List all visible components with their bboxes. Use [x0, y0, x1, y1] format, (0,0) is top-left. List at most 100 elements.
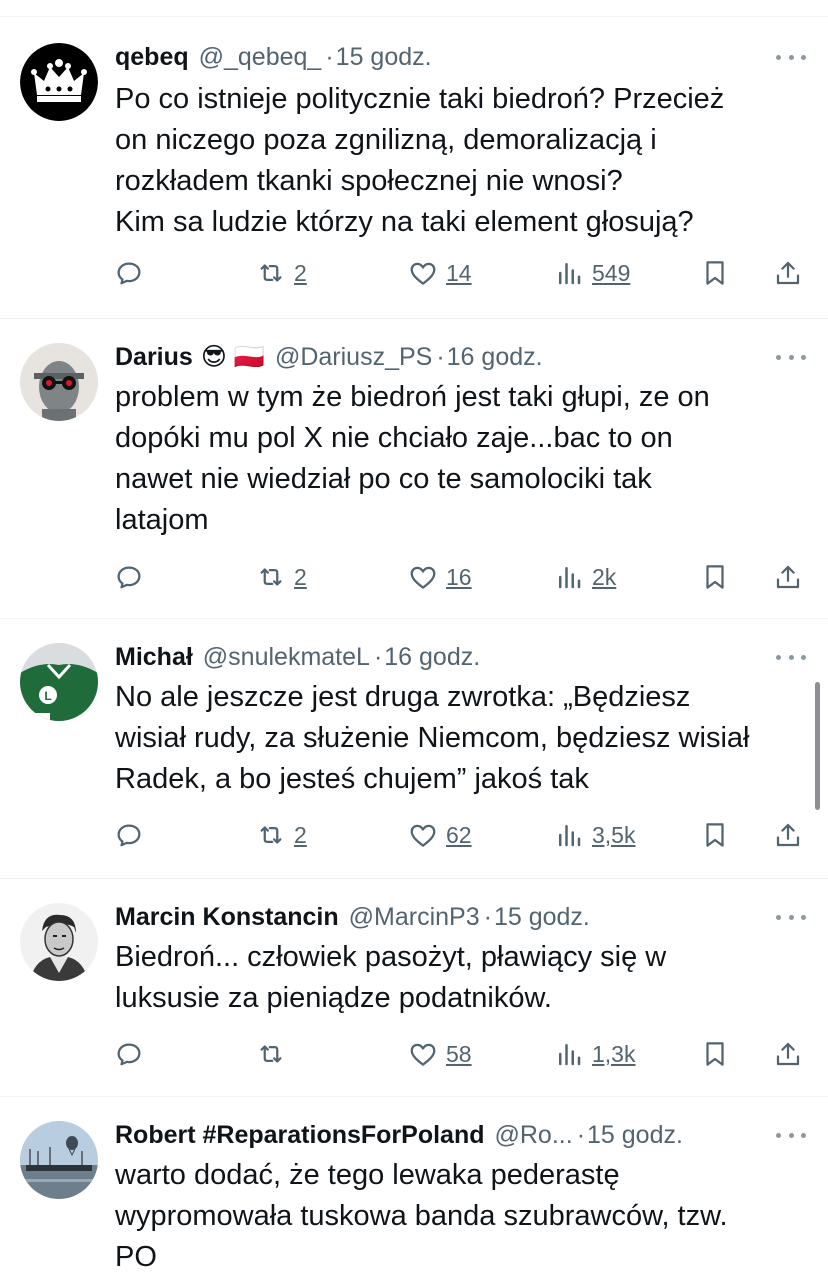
repost-button[interactable]: 2 [256, 253, 307, 293]
share-icon [776, 565, 800, 589]
timestamp[interactable]: 15 godz. [587, 1121, 683, 1150]
separator-dot: · [576, 1120, 586, 1149]
display-name[interactable]: Robert #ReparationsForPoland [115, 1121, 485, 1150]
reply-tweet[interactable]: qebeq @_qebeq_ · 15 godz. Po co istnieje… [0, 16, 828, 318]
separator-dot: · [483, 902, 492, 931]
user-handle[interactable]: @snulekmateL [203, 643, 370, 672]
heart-icon [410, 1043, 436, 1066]
tweet-header: qebeq @_qebeq_ · 15 godz. [115, 39, 768, 75]
user-handle[interactable]: @Ro... [495, 1121, 573, 1150]
bookmark-icon [706, 1042, 724, 1066]
more-options-icon[interactable] [776, 647, 806, 667]
like-count: 58 [446, 1040, 472, 1067]
bookmark-button[interactable] [700, 1034, 730, 1074]
repost-button[interactable]: 2 [256, 557, 307, 597]
heart-icon [410, 262, 436, 285]
timestamp[interactable]: 16 godz. [384, 643, 480, 672]
tweet-header: Marcin Konstancin @MarcinP3 · 15 godz. [115, 899, 768, 935]
svg-text:L: L [44, 689, 51, 703]
reply-icon [117, 262, 141, 285]
tweet-text: Biedroń... człowiek pasożyt, pławiący si… [115, 941, 667, 1014]
timestamp[interactable]: 15 godz. [336, 43, 432, 72]
timestamp[interactable]: 16 godz. [447, 343, 543, 372]
reply-icon [117, 1043, 141, 1066]
separator-dot: · [325, 42, 334, 71]
bookmark-button[interactable] [700, 815, 730, 855]
tweet-header: Robert #ReparationsForPoland @Ro... · 15… [115, 1117, 768, 1153]
repost-count: 2 [294, 259, 307, 286]
views-icon [559, 567, 581, 589]
name-emoji: 😎 🇵🇱 [200, 343, 265, 371]
more-options-icon[interactable] [776, 907, 806, 927]
share-icon [776, 261, 800, 285]
repost-button[interactable] [256, 1034, 294, 1074]
reply-tweet[interactable]: Darius 😎 🇵🇱 @Dariusz_PS · 16 godz. probl… [0, 318, 828, 618]
more-options-icon[interactable] [776, 47, 806, 67]
like-count: 16 [446, 563, 472, 590]
action-bar: 2 14 549 [0, 253, 828, 293]
bookmark-button[interactable] [700, 557, 730, 597]
reply-button[interactable] [114, 1034, 152, 1074]
action-bar: 2 16 2k [0, 557, 828, 597]
views-icon [559, 825, 581, 847]
view-count: 3,5k [592, 821, 636, 848]
bookmark-button[interactable] [700, 253, 730, 293]
statue-sunglasses-avatar[interactable] [20, 343, 98, 421]
share-button[interactable] [773, 253, 803, 293]
bookmark-icon [706, 823, 724, 847]
views-button[interactable]: 3,5k [554, 815, 635, 855]
views-button[interactable]: 1,3k [554, 1034, 635, 1074]
timestamp[interactable]: 15 godz. [494, 903, 590, 932]
heart-icon [410, 824, 436, 847]
more-options-icon[interactable] [776, 347, 806, 367]
display-name[interactable]: Darius [115, 343, 193, 372]
display-name[interactable]: Michał [115, 643, 193, 672]
green-jersey-avatar[interactable]: L [20, 643, 98, 721]
reply-button[interactable] [114, 557, 152, 597]
reply-button[interactable] [114, 815, 152, 855]
harbor-balloon-avatar[interactable] [20, 1121, 98, 1199]
display-name[interactable]: qebeq [115, 43, 189, 72]
tweet-header: Darius 😎 🇵🇱 @Dariusz_PS · 16 godz. [115, 339, 768, 375]
bookmark-icon [706, 261, 724, 285]
display-name[interactable]: Marcin Konstancin [115, 903, 339, 932]
view-count: 2k [592, 563, 617, 590]
share-button[interactable] [773, 815, 803, 855]
separator-dot: · [373, 642, 383, 671]
views-button[interactable]: 2k [554, 557, 616, 597]
scrollbar[interactable] [815, 682, 820, 810]
user-handle[interactable]: @MarcinP3 [349, 903, 480, 932]
portrait-avatar[interactable] [20, 903, 98, 981]
like-button[interactable]: 58 [408, 1034, 472, 1074]
tweet-header: Michał @snulekmateL · 16 godz. [115, 639, 768, 675]
reply-feed: qebeq @_qebeq_ · 15 godz. Po co istnieje… [0, 0, 828, 1281]
user-handle[interactable]: @_qebeq_ [199, 43, 322, 72]
tweet-text: Po co istnieje politycznie taki biedroń?… [115, 83, 725, 238]
action-bar: 58 1,3k [0, 1034, 828, 1074]
like-button[interactable]: 62 [408, 815, 472, 855]
views-button[interactable]: 549 [554, 253, 630, 293]
reply-icon [117, 824, 141, 847]
tweet-text: No ale jeszcze jest druga zwrotka: „Będz… [115, 681, 750, 795]
reply-tweet[interactable]: Marcin Konstancin @MarcinP3 · 15 godz. B… [0, 878, 828, 1096]
tweet-text: warto dodać, że tego lewaka pederastę wy… [115, 1159, 728, 1273]
like-button[interactable]: 16 [408, 557, 472, 597]
separator-dot: · [436, 342, 445, 371]
share-button[interactable] [773, 557, 803, 597]
reply-icon [117, 566, 141, 589]
repost-button[interactable]: 2 [256, 815, 307, 855]
like-count: 62 [446, 821, 472, 848]
reply-tweet[interactable]: L Michał @snulekmateL · 16 godz. No ale … [0, 618, 828, 878]
action-bar: 2 62 3,5k [0, 815, 828, 855]
reply-tweet[interactable]: Robert #ReparationsForPoland @Ro... · 15… [0, 1096, 828, 1281]
like-button[interactable]: 14 [408, 253, 472, 293]
user-handle[interactable]: @Dariusz_PS [275, 343, 432, 372]
reply-button[interactable] [114, 253, 152, 293]
share-icon [776, 823, 800, 847]
more-options-icon[interactable] [776, 1125, 806, 1145]
repost-count: 2 [294, 563, 307, 590]
crown-avatar[interactable] [20, 43, 98, 121]
share-button[interactable] [773, 1034, 803, 1074]
repost-count: 2 [294, 821, 307, 848]
like-count: 14 [446, 259, 472, 286]
